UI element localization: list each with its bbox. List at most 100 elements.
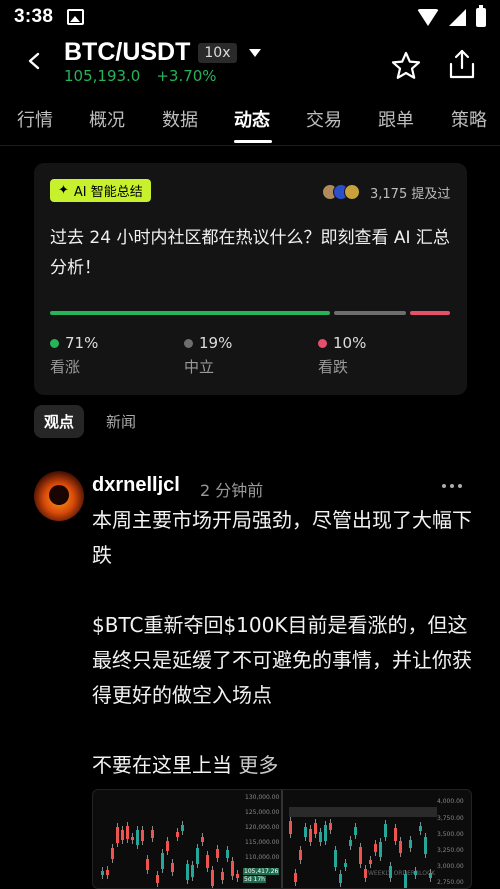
ai-badge-label: AI 智能总结 bbox=[73, 185, 143, 200]
status-bar: 3:38 bbox=[0, 0, 500, 34]
post-paragraph-text: 不要在这里上当 bbox=[92, 753, 232, 777]
pair-selector[interactable]: BTC/USDT 10x bbox=[64, 38, 261, 67]
candle bbox=[304, 827, 307, 837]
candle bbox=[424, 837, 427, 855]
price-change: +3.70% bbox=[156, 67, 217, 85]
candle bbox=[319, 832, 322, 843]
post-avatar[interactable] bbox=[34, 471, 84, 521]
tab-strategy[interactable]: 策略 bbox=[451, 106, 487, 132]
candle bbox=[339, 874, 342, 884]
neutral-bar bbox=[334, 311, 406, 315]
candle bbox=[369, 860, 372, 865]
candle bbox=[354, 826, 357, 836]
candle bbox=[106, 869, 109, 875]
image-divider bbox=[281, 790, 283, 888]
left-price-axis: 130,000.00 125,000.00 120,000.00 115,000… bbox=[243, 790, 280, 888]
candle bbox=[329, 823, 332, 831]
axis-label: 3,750.00 bbox=[437, 815, 464, 822]
candle bbox=[221, 871, 224, 881]
price-tag: 105,417.26 bbox=[243, 868, 280, 875]
candle bbox=[404, 874, 407, 888]
candle bbox=[344, 863, 347, 867]
candle bbox=[136, 830, 139, 846]
candle bbox=[384, 823, 387, 838]
tab-bar: 行情 概况 数据 动态 交易 跟单 策略 bbox=[0, 98, 500, 146]
bullish-stat: 71% 看涨 bbox=[50, 334, 98, 377]
axis-label: 3,250.00 bbox=[437, 847, 464, 854]
tab-overview[interactable]: 概况 bbox=[89, 106, 125, 132]
candle bbox=[206, 854, 209, 868]
countdown-tag: 5d 17h bbox=[243, 876, 266, 883]
tab-copy-trading[interactable]: 跟单 bbox=[378, 106, 414, 132]
bullish-label: 看涨 bbox=[50, 358, 81, 376]
bearish-pct: 10% bbox=[333, 334, 367, 352]
bearish-label: 看跌 bbox=[318, 358, 349, 376]
axis-label: 3,000.00 bbox=[437, 863, 464, 870]
post-paragraph: 不要在这里上当 更多 bbox=[92, 748, 472, 783]
candle bbox=[196, 847, 199, 865]
candle bbox=[414, 871, 417, 875]
last-price: 105,193.0 bbox=[64, 67, 141, 85]
candle bbox=[399, 841, 402, 854]
neutral-stat: 19% 中立 bbox=[184, 334, 232, 377]
bullish-pct: 71% bbox=[65, 334, 99, 352]
candle bbox=[116, 826, 119, 843]
subtab-news[interactable]: 新闻 bbox=[96, 405, 146, 438]
cellular-signal-icon bbox=[449, 8, 466, 26]
bearish-stat: 10% 看跌 bbox=[318, 334, 366, 377]
candle bbox=[171, 863, 174, 872]
candle bbox=[176, 831, 179, 838]
axis-label: 4,000.00 bbox=[437, 798, 464, 805]
share-icon[interactable] bbox=[447, 48, 477, 80]
neutral-pct: 19% bbox=[199, 334, 233, 352]
tab-data[interactable]: 数据 bbox=[162, 106, 198, 132]
ai-summary-card[interactable]: ✦ AI 智能总结 3,175 提及过 过去 24 小时内社区都在热议什么？即刻… bbox=[34, 163, 467, 395]
post-paragraph: 本周主要市场开局强劲，尽管出现了大幅下跌 bbox=[92, 508, 472, 567]
back-arrow-icon[interactable] bbox=[26, 52, 44, 70]
mention-count: 3,175 提及过 bbox=[370, 187, 451, 202]
tab-feed[interactable]: 动态 bbox=[234, 106, 270, 132]
post-body: 本周主要市场开局强劲，尽管出现了大幅下跌 $BTC重新夺回$100K目前是看涨的… bbox=[92, 503, 472, 783]
axis-label: 2,750.00 bbox=[437, 879, 464, 886]
candle bbox=[236, 873, 239, 879]
candle bbox=[364, 868, 367, 878]
price-row: 105,193.0 +3.70% bbox=[64, 67, 217, 85]
status-time: 3:38 bbox=[14, 6, 54, 27]
bearish-dot-icon bbox=[318, 338, 327, 348]
ai-summary-badge: ✦ AI 智能总结 bbox=[50, 179, 151, 202]
right-price-axis: 4,000.00 3,750.00 3,500.00 3,250.00 3,00… bbox=[435, 790, 471, 888]
header: BTC/USDT 10x 105,193.0 +3.70% bbox=[0, 34, 500, 94]
candle bbox=[191, 864, 194, 878]
favorite-star-icon[interactable] bbox=[390, 50, 422, 82]
candle bbox=[389, 866, 392, 878]
sparkle-icon: ✦ bbox=[58, 183, 69, 198]
mention-avatars bbox=[322, 184, 360, 200]
axis-label: 3,500.00 bbox=[437, 831, 464, 838]
more-options-icon[interactable] bbox=[442, 484, 462, 488]
bullish-bar bbox=[50, 311, 330, 315]
candle bbox=[181, 824, 184, 831]
pair-name: BTC/USDT bbox=[64, 38, 191, 66]
ai-summary-text: 过去 24 小时内社区都在热议什么？即刻查看 AI 汇总分析！ bbox=[50, 228, 450, 278]
subtab-opinions[interactable]: 观点 bbox=[34, 405, 85, 438]
tab-trade[interactable]: 交易 bbox=[306, 106, 342, 132]
tab-market[interactable]: 行情 bbox=[17, 106, 53, 132]
post-paragraph: $BTC重新夺回$100K目前是看涨的，但这最终只是延缓了不可避免的事情，并让你… bbox=[92, 613, 472, 707]
post-image[interactable]: 130,000.00 125,000.00 120,000.00 115,000… bbox=[92, 789, 472, 889]
candle bbox=[226, 849, 229, 859]
candle bbox=[131, 836, 134, 840]
candle bbox=[121, 830, 124, 840]
neutral-label: 中立 bbox=[184, 358, 215, 376]
candle bbox=[334, 850, 337, 868]
candle bbox=[419, 826, 422, 831]
battery-icon bbox=[476, 4, 486, 27]
post-username[interactable]: dxrnelljcl bbox=[92, 474, 180, 497]
read-more-link[interactable]: 更多 bbox=[238, 753, 278, 777]
orderblock-zone bbox=[289, 807, 437, 817]
candle bbox=[379, 842, 382, 857]
watermark-text: WEEKLY ORDERBLOCK bbox=[368, 870, 436, 877]
feed-subtabs: 观点 新闻 bbox=[34, 405, 146, 438]
neutral-dot-icon bbox=[184, 338, 193, 348]
axis-label: 110,000.00 bbox=[245, 854, 280, 861]
candle bbox=[146, 858, 149, 871]
